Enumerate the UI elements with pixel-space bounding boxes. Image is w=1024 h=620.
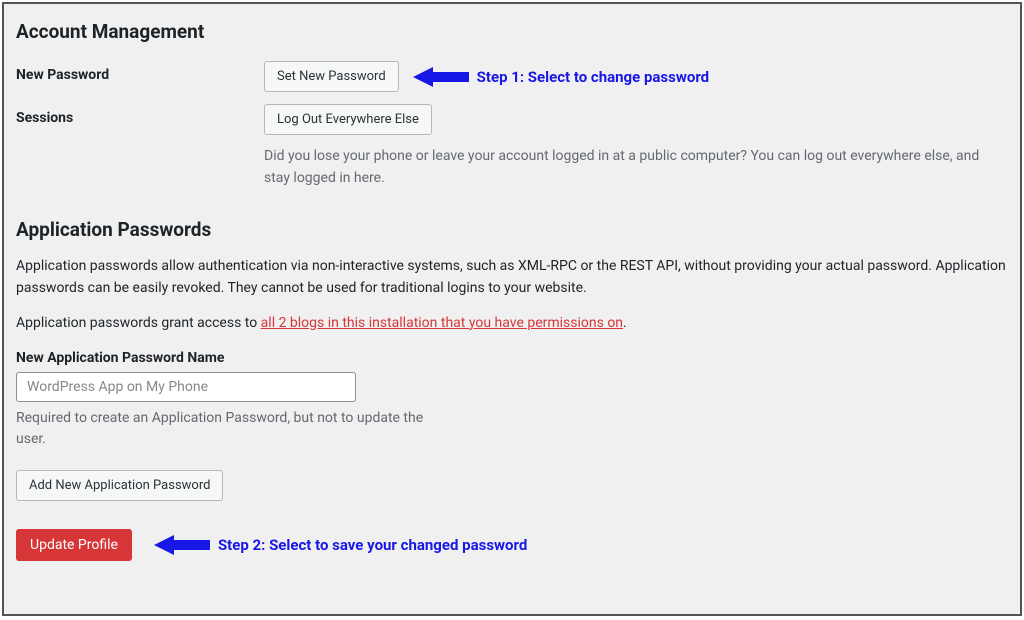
add-new-application-password-button[interactable]: Add New Application Password — [16, 470, 223, 501]
grant-prefix: Application passwords grant access to — [16, 315, 261, 331]
account-management-panel: Account Management New Password Set New … — [2, 2, 1022, 616]
sessions-label: Sessions — [16, 104, 264, 126]
application-passwords-heading: Application Passwords — [16, 218, 1008, 241]
logout-everywhere-button[interactable]: Log Out Everywhere Else — [264, 104, 432, 135]
grant-suffix: . — [623, 315, 627, 331]
application-passwords-grant: Application passwords grant access to al… — [16, 312, 1008, 334]
sessions-row: Sessions Log Out Everywhere Else Did you… — [16, 104, 1008, 190]
new-password-label: New Password — [16, 61, 264, 83]
new-app-password-name-hint: Required to create an Application Passwo… — [16, 408, 456, 450]
sessions-description: Did you lose your phone or leave your ac… — [264, 145, 984, 190]
account-management-heading: Account Management — [16, 20, 1008, 43]
arrow-left-icon — [413, 66, 469, 88]
update-profile-button[interactable]: Update Profile — [16, 529, 132, 561]
new-password-row: New Password Set New Password Step 1: Se… — [16, 61, 1008, 92]
new-app-password-name-label: New Application Password Name — [16, 350, 1008, 366]
annotation-step1: Step 1: Select to change password — [413, 66, 709, 88]
arrow-left-icon — [154, 534, 210, 556]
annotation-step2: Step 2: Select to save your changed pass… — [154, 534, 527, 556]
annotation-step1-text: Step 1: Select to change password — [477, 68, 709, 86]
set-new-password-button[interactable]: Set New Password — [264, 61, 399, 92]
annotation-step2-text: Step 2: Select to save your changed pass… — [218, 536, 527, 554]
blogs-permission-link[interactable]: all 2 blogs in this installation that yo… — [261, 315, 623, 331]
new-app-password-name-input[interactable] — [16, 372, 356, 402]
application-passwords-intro: Application passwords allow authenticati… — [16, 255, 1008, 300]
